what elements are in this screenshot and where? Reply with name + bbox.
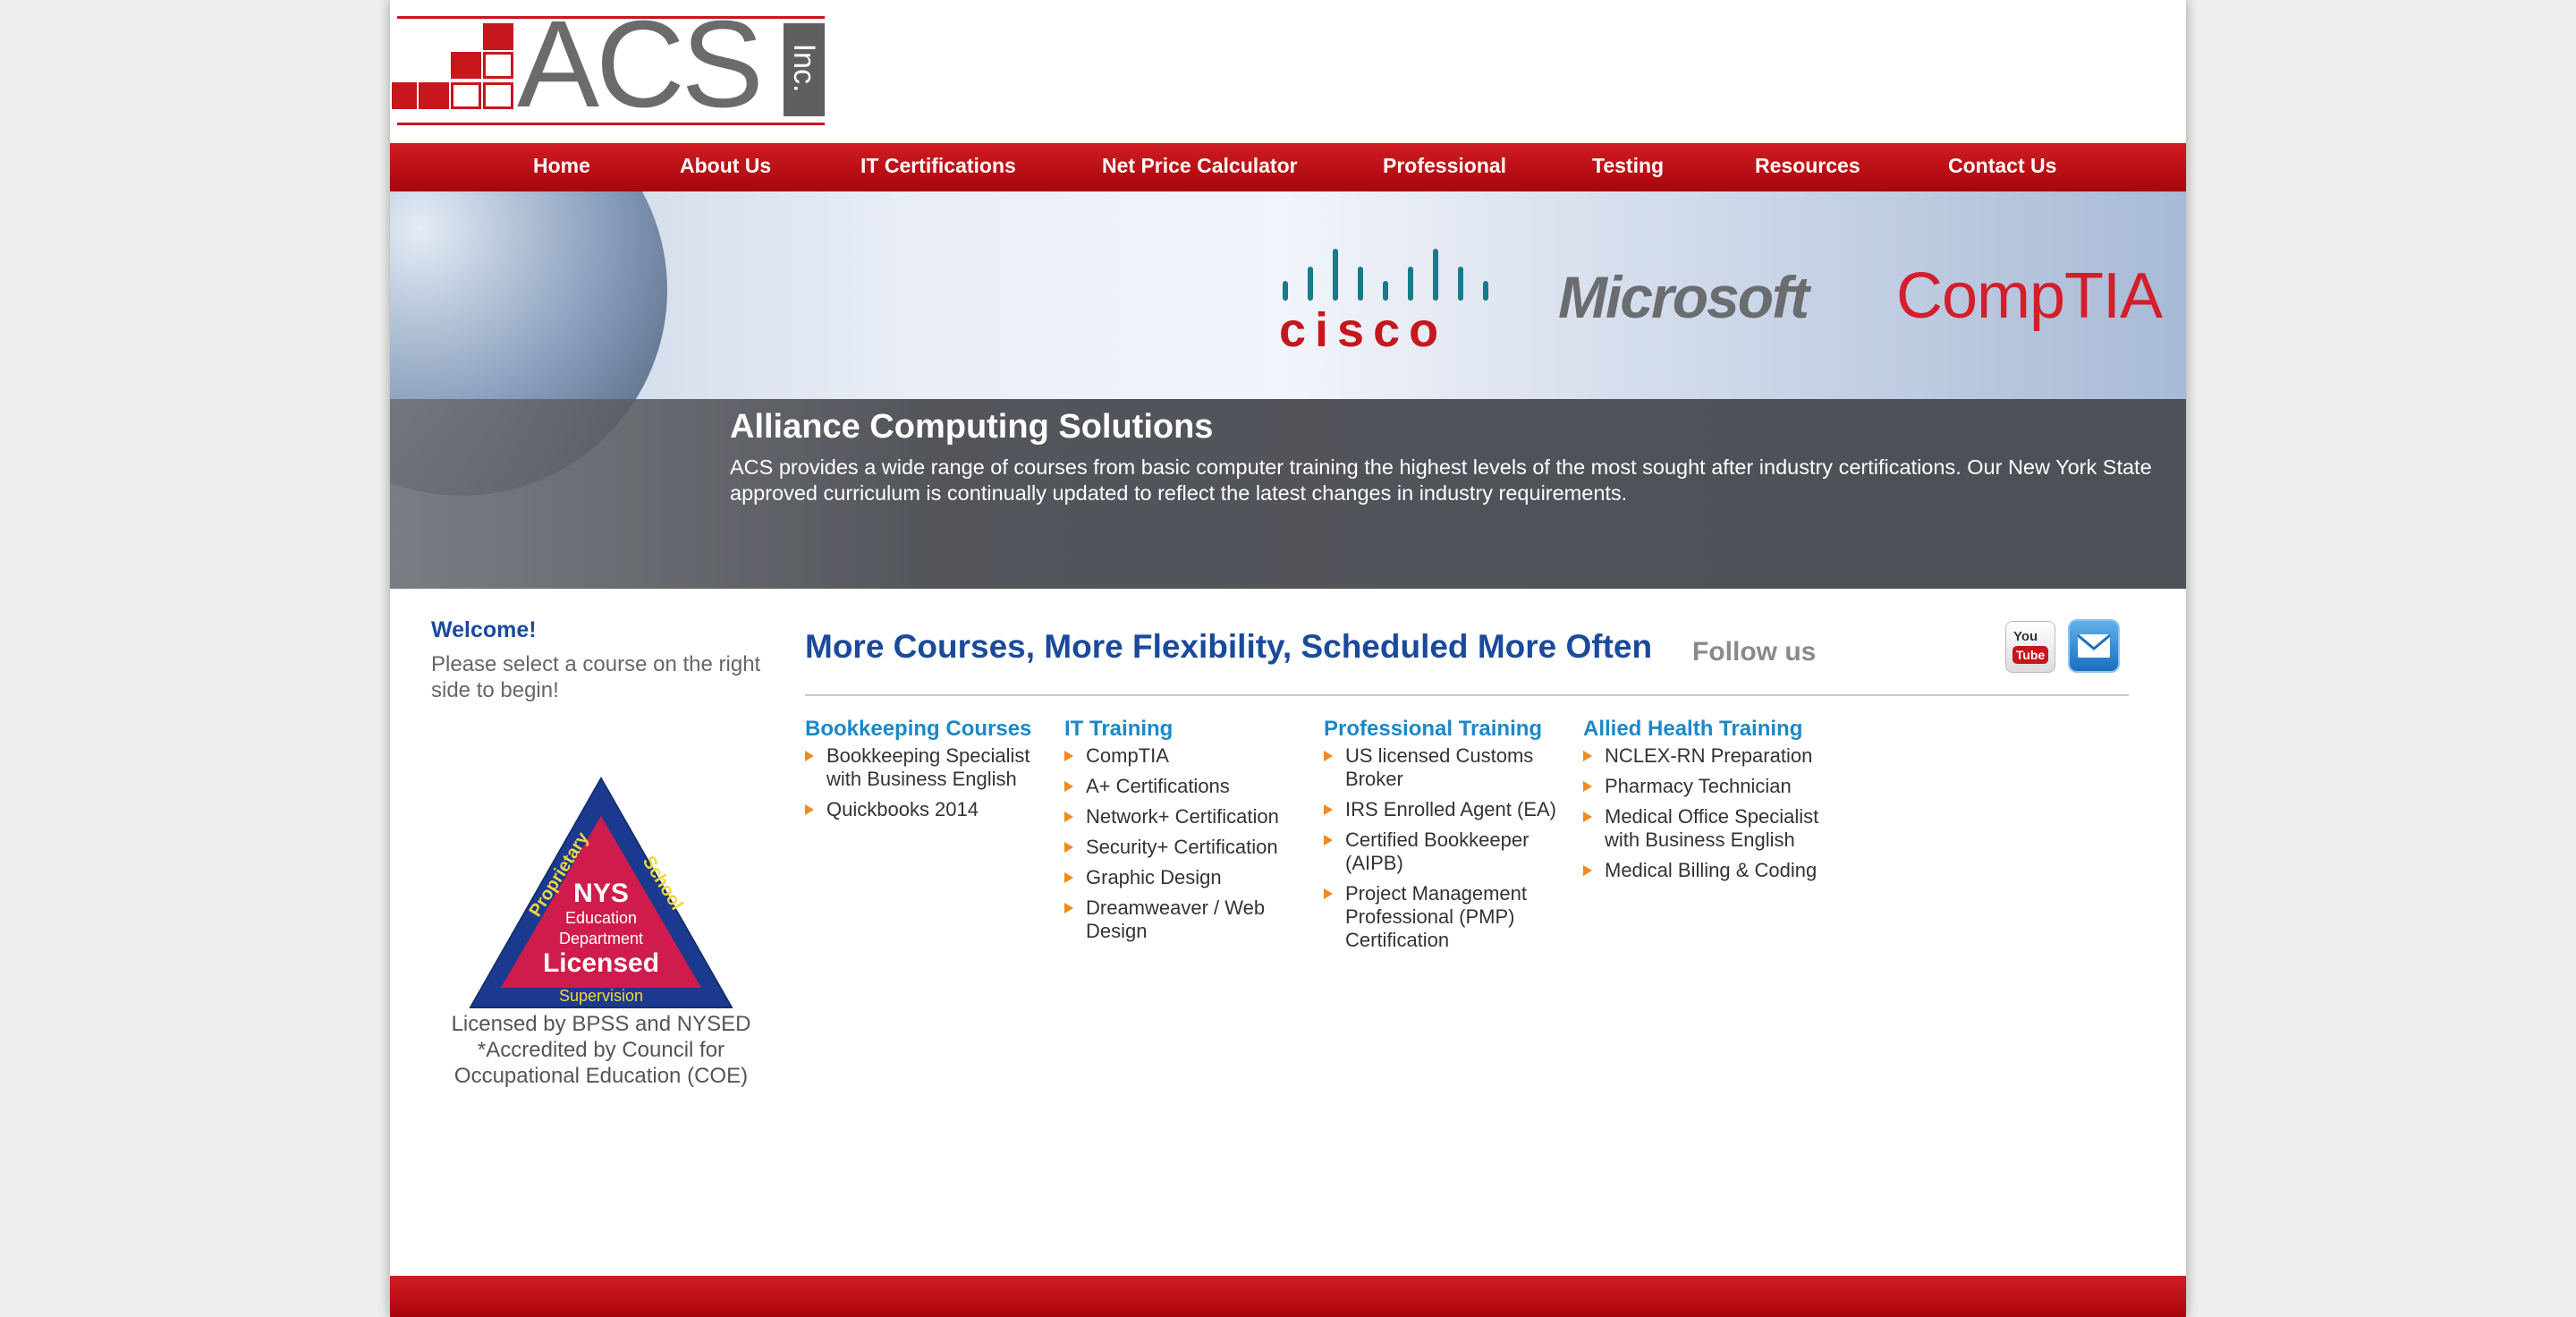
course-link[interactable]: Medical Office Specialist with Business …	[1583, 805, 1825, 852]
hero-banner: cisco Microsoft CompTIA Alliance Computi…	[390, 191, 2186, 589]
bullet-arrow-icon	[1324, 751, 1333, 761]
email-icon[interactable]	[2068, 619, 2120, 673]
allied-health-column: Allied Health Training NCLEX-RN Preparat…	[1583, 716, 1825, 889]
course-link[interactable]: US licensed Customs Broker	[1324, 744, 1565, 791]
bullet-arrow-icon	[1583, 751, 1592, 761]
course-link[interactable]: Project Management Professional (PMP) Ce…	[1324, 882, 1565, 952]
course-link[interactable]: A+ Certifications	[1064, 775, 1306, 798]
youtube-icon-tube: Tube	[2012, 646, 2048, 664]
banner-caption: Alliance Computing Solutions ACS provide…	[390, 399, 2186, 589]
bullet-arrow-icon	[1324, 835, 1333, 845]
bullet-arrow-icon	[1064, 872, 1073, 883]
microsoft-logo: Microsoft	[1558, 264, 1809, 330]
bullet-arrow-icon	[1064, 903, 1073, 913]
professional-training-column: Professional Training US licensed Custom…	[1324, 716, 1565, 959]
youtube-icon-you: You	[2013, 629, 2038, 644]
badge-department: Department	[559, 930, 643, 947]
bullet-arrow-icon	[805, 804, 814, 815]
courses-headline: More Courses, More Flexibility, Schedule…	[805, 628, 1653, 665]
comptia-logo: CompTIA	[1896, 260, 2163, 332]
bullet-arrow-icon	[1064, 751, 1073, 761]
bullet-arrow-icon	[1324, 888, 1333, 899]
allied-health-training-heading[interactable]: Allied Health Training	[1583, 716, 1825, 743]
bullet-arrow-icon	[1064, 781, 1073, 792]
youtube-icon[interactable]: You Tube	[2005, 621, 2055, 673]
bullet-arrow-icon	[1583, 781, 1592, 792]
bullet-arrow-icon	[805, 751, 814, 761]
nav-home[interactable]: Home	[533, 143, 590, 191]
banner-title: Alliance Computing Solutions	[730, 408, 1214, 446]
nys-licensed-badge: Proprietary School NYS Education Departm…	[469, 776, 733, 1008]
bullet-arrow-icon	[1324, 804, 1333, 815]
bookkeeping-column: Bookkeeping Courses Bookkeeping Speciali…	[805, 716, 1046, 828]
bookkeeping-courses-heading[interactable]: Bookkeeping Courses	[805, 716, 1046, 743]
cisco-wordmark: cisco	[1279, 303, 1448, 357]
nav-resources[interactable]: Resources	[1755, 143, 1860, 191]
page-container: ACS Inc. Home About Us IT Certifications…	[390, 0, 2186, 1317]
professional-training-heading[interactable]: Professional Training	[1324, 716, 1565, 743]
course-link[interactable]: Certified Bookkeeper (AIPB)	[1324, 828, 1565, 875]
course-link[interactable]: Graphic Design	[1064, 866, 1306, 889]
section-divider	[805, 694, 2129, 696]
nav-it-certifications[interactable]: IT Certifications	[860, 143, 1016, 191]
bullet-arrow-icon	[1583, 811, 1592, 822]
main-nav: Home About Us IT Certifications Net Pric…	[390, 143, 2186, 191]
welcome-text: Please select a course on the right side…	[431, 652, 761, 702]
nav-net-price-calculator[interactable]: Net Price Calculator	[1102, 143, 1298, 191]
cisco-bars-icon	[1263, 247, 1504, 301]
bullet-arrow-icon	[1064, 811, 1073, 822]
course-link[interactable]: Dreamweaver / Web Design	[1064, 896, 1306, 943]
nav-about-us[interactable]: About Us	[680, 143, 771, 191]
welcome-title: Welcome!	[431, 617, 537, 642]
nav-testing[interactable]: Testing	[1592, 143, 1664, 191]
course-link[interactable]: Bookkeeping Specialist with Business Eng…	[805, 744, 1046, 791]
it-training-heading[interactable]: IT Training	[1064, 716, 1306, 743]
course-link[interactable]: Medical Billing & Coding	[1583, 859, 1825, 882]
course-link[interactable]: Network+ Certification	[1064, 805, 1306, 828]
course-link[interactable]: Security+ Certification	[1064, 836, 1306, 859]
course-link[interactable]: Quickbooks 2014	[805, 798, 1046, 821]
badge-licensed: Licensed	[543, 948, 659, 978]
banner-text: ACS provides a wide range of courses fro…	[730, 455, 2152, 505]
course-link[interactable]: CompTIA	[1064, 744, 1306, 768]
logo-inc: Inc.	[787, 43, 821, 93]
course-link[interactable]: IRS Enrolled Agent (EA)	[1324, 798, 1565, 821]
course-link[interactable]: NCLEX-RN Preparation	[1583, 744, 1825, 768]
footer-bar	[390, 1276, 2186, 1317]
course-link[interactable]: Pharmacy Technician	[1583, 775, 1825, 798]
badge-education: Education	[565, 909, 637, 927]
follow-us-label: Follow us	[1692, 637, 1817, 667]
badge-caption: Licensed by BPSS and NYSED *Accredited b…	[451, 1012, 751, 1088]
cisco-logo: cisco	[1263, 247, 1504, 357]
badge-supervision: Supervision	[559, 987, 643, 1005]
badge-nys: NYS	[573, 879, 629, 908]
bullet-arrow-icon	[1583, 865, 1592, 876]
logo-wordmark: ACS	[517, 0, 764, 133]
logo-inc-box: Inc.	[784, 23, 825, 116]
acs-logo[interactable]: ACS Inc.	[392, 2, 826, 127]
nav-contact-us[interactable]: Contact Us	[1948, 143, 2056, 191]
it-training-column: IT Training CompTIA A+ Certifications Ne…	[1064, 716, 1306, 950]
bullet-arrow-icon	[1064, 842, 1073, 853]
nav-professional[interactable]: Professional	[1383, 143, 1506, 191]
